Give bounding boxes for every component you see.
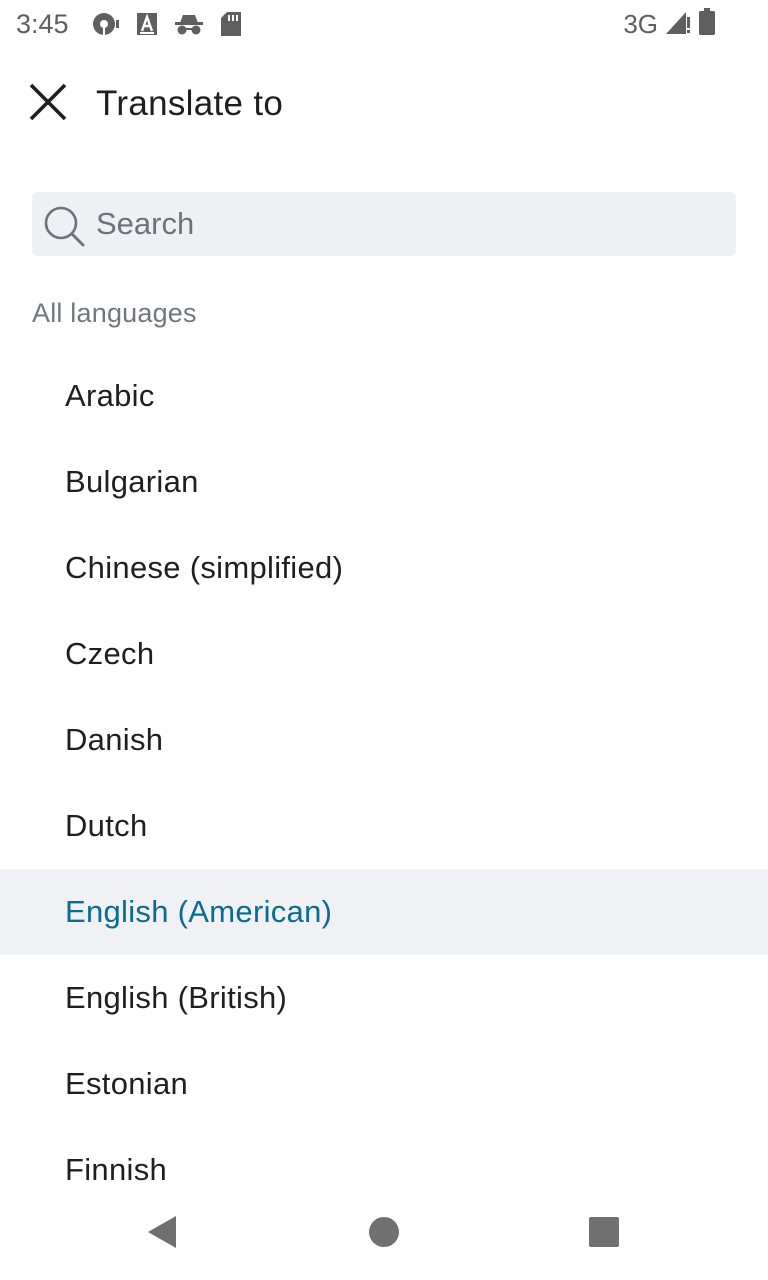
incognito-icon [174, 13, 204, 35]
status-notification-icons [92, 10, 242, 38]
search-icon [42, 204, 86, 253]
language-item-arabic[interactable]: Arabic [0, 353, 768, 439]
system-navigation-bar [0, 1184, 768, 1280]
language-item-english-american[interactable]: English (American) [0, 869, 768, 955]
language-item-chinese-simplified[interactable]: Chinese (simplified) [0, 525, 768, 611]
recents-icon[interactable] [588, 1216, 620, 1248]
language-list: Arabic Bulgarian Chinese (simplified) Cz… [0, 353, 768, 1213]
battery-icon [698, 7, 716, 41]
language-item-czech[interactable]: Czech [0, 611, 768, 697]
close-icon [28, 82, 68, 127]
language-item-bulgarian[interactable]: Bulgarian [0, 439, 768, 525]
language-item-estonian[interactable]: Estonian [0, 1041, 768, 1127]
network-type: 3G [623, 9, 658, 39]
signal-icon [664, 9, 692, 40]
status-bar: 3:45 3G [0, 0, 768, 48]
home-icon[interactable] [368, 1216, 400, 1248]
language-item-dutch[interactable]: Dutch [0, 783, 768, 869]
close-button[interactable] [20, 76, 76, 132]
podcast-icon [92, 11, 120, 37]
back-icon[interactable] [144, 1212, 180, 1252]
section-header-all-languages: All languages [32, 298, 197, 328]
page-title: Translate to [96, 84, 284, 123]
language-item-danish[interactable]: Danish [0, 697, 768, 783]
sd-card-icon [220, 11, 242, 37]
text-a-icon [136, 12, 158, 36]
status-time: 3:45 [16, 9, 69, 39]
top-app-bar: Translate to [0, 48, 768, 160]
search-input[interactable] [96, 192, 716, 256]
language-item-english-british[interactable]: English (British) [0, 955, 768, 1041]
search-box[interactable] [32, 192, 736, 256]
status-system-indicators: 3G [623, 7, 716, 41]
